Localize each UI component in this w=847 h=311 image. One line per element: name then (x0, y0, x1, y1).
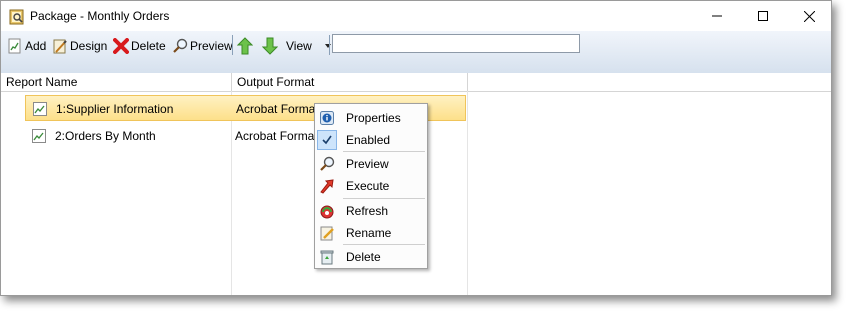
column-divider (467, 91, 468, 295)
menu-separator (343, 151, 425, 152)
move-down-arrow-icon (262, 37, 278, 55)
design-label: Design (70, 39, 108, 53)
menu-label: Refresh (346, 204, 389, 218)
preview-label: Preview (190, 39, 233, 53)
window-title: Package - Monthly Orders (30, 9, 170, 23)
recycle-bin-icon (319, 249, 335, 265)
menu-separator (343, 244, 425, 245)
delete-x-icon (113, 38, 129, 54)
minimize-icon (712, 15, 722, 17)
execute-arrow-icon (319, 178, 335, 194)
package-window: Package - Monthly Orders Add Design Dele… (0, 0, 832, 296)
column-divider (231, 91, 232, 295)
menu-separator (343, 198, 425, 199)
menu-item-enabled[interactable]: Enabled (315, 129, 427, 151)
column-header-output-format[interactable]: Output Format (232, 73, 468, 91)
delete-button[interactable]: Delete (113, 37, 166, 55)
menu-item-rename[interactable]: Rename (315, 222, 427, 244)
search-input[interactable] (332, 34, 580, 53)
check-icon (319, 132, 335, 148)
column-header-report-name[interactable]: Report Name (1, 73, 232, 91)
move-up-arrow-icon (237, 37, 253, 55)
close-button[interactable] (787, 5, 831, 27)
title-bar: Package - Monthly Orders (1, 1, 831, 31)
move-up-button[interactable] (237, 37, 253, 55)
info-icon (319, 110, 335, 126)
rename-pencil-icon (319, 225, 335, 241)
menu-item-properties[interactable]: Properties (315, 107, 427, 129)
preview-magnifier-icon (173, 38, 188, 53)
design-icon (53, 39, 67, 54)
package-magnifier-icon (9, 9, 25, 25)
magnifier-icon (319, 156, 335, 172)
report-name: 2:Orders By Month (55, 129, 156, 143)
move-down-button[interactable] (262, 37, 278, 55)
refresh-icon (319, 203, 335, 219)
maximize-button[interactable] (741, 5, 785, 27)
table-header: Report Name Output Format (1, 73, 831, 92)
add-report-icon (8, 38, 21, 54)
view-dropdown-button[interactable]: View (286, 37, 333, 55)
close-icon (803, 10, 815, 22)
add-label: Add (25, 39, 47, 53)
menu-label: Enabled (346, 133, 391, 147)
add-button[interactable]: Add (7, 37, 46, 55)
preview-button[interactable]: Preview (172, 37, 233, 55)
menu-label: Properties (346, 111, 401, 125)
menu-item-execute[interactable]: Execute (315, 175, 427, 197)
menu-label: Preview (346, 157, 389, 171)
context-menu: Properties Enabled Preview Execute Refre… (314, 103, 428, 269)
menu-item-delete[interactable]: Delete (315, 246, 427, 268)
view-label: View (286, 39, 312, 53)
minimize-button[interactable] (695, 5, 739, 27)
output-format: Acrobat Format (235, 129, 318, 143)
output-format: Acrobat Format (236, 102, 319, 116)
menu-label: Delete (346, 250, 381, 264)
design-button[interactable]: Design (52, 37, 107, 55)
delete-label: Delete (131, 39, 166, 53)
toolbar: Add Design Delete Preview View (1, 31, 831, 74)
menu-item-preview[interactable]: Preview (315, 153, 427, 175)
toolbar-separator (232, 35, 233, 55)
report-icon (32, 101, 48, 117)
menu-label: Execute (346, 179, 390, 193)
report-icon (31, 128, 47, 144)
report-name: 1:Supplier Information (56, 102, 174, 116)
menu-item-refresh[interactable]: Refresh (315, 200, 427, 222)
toolbar-separator (329, 35, 330, 55)
maximize-icon (758, 11, 768, 21)
menu-label: Rename (346, 226, 392, 240)
